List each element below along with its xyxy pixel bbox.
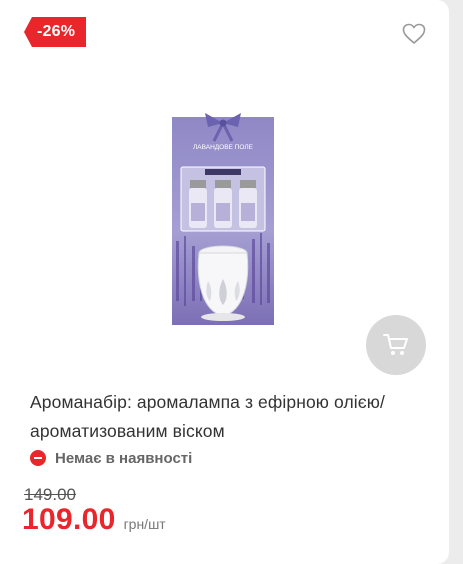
price-row: 109.00 грн/шт bbox=[22, 503, 166, 537]
heart-outline-icon[interactable] bbox=[402, 23, 426, 45]
discount-badge: -26% bbox=[24, 17, 86, 47]
product-card[interactable]: -26% ЛАВАНДОВЕ ПОЛЕ Ароманабір: аромалам… bbox=[0, 0, 449, 564]
current-price: 109.00 bbox=[22, 503, 116, 536]
cart-icon bbox=[383, 334, 408, 355]
discount-badge-text: -26% bbox=[37, 23, 76, 40]
price-unit: грн/шт bbox=[123, 516, 166, 532]
product-image[interactable]: ЛАВАНДОВЕ ПОЛЕ bbox=[172, 111, 274, 325]
product-title[interactable]: Ароманабір: аромалампа з ефірною олією/ … bbox=[30, 388, 430, 446]
add-to-cart-button[interactable] bbox=[366, 315, 426, 375]
minus-circle-icon bbox=[30, 450, 46, 466]
availability-status: Немає в наявності bbox=[30, 449, 192, 467]
package-label: ЛАВАНДОВЕ ПОЛЕ bbox=[193, 144, 254, 151]
availability-text: Немає в наявності bbox=[55, 449, 193, 467]
old-price: 149.00 bbox=[24, 485, 76, 504]
